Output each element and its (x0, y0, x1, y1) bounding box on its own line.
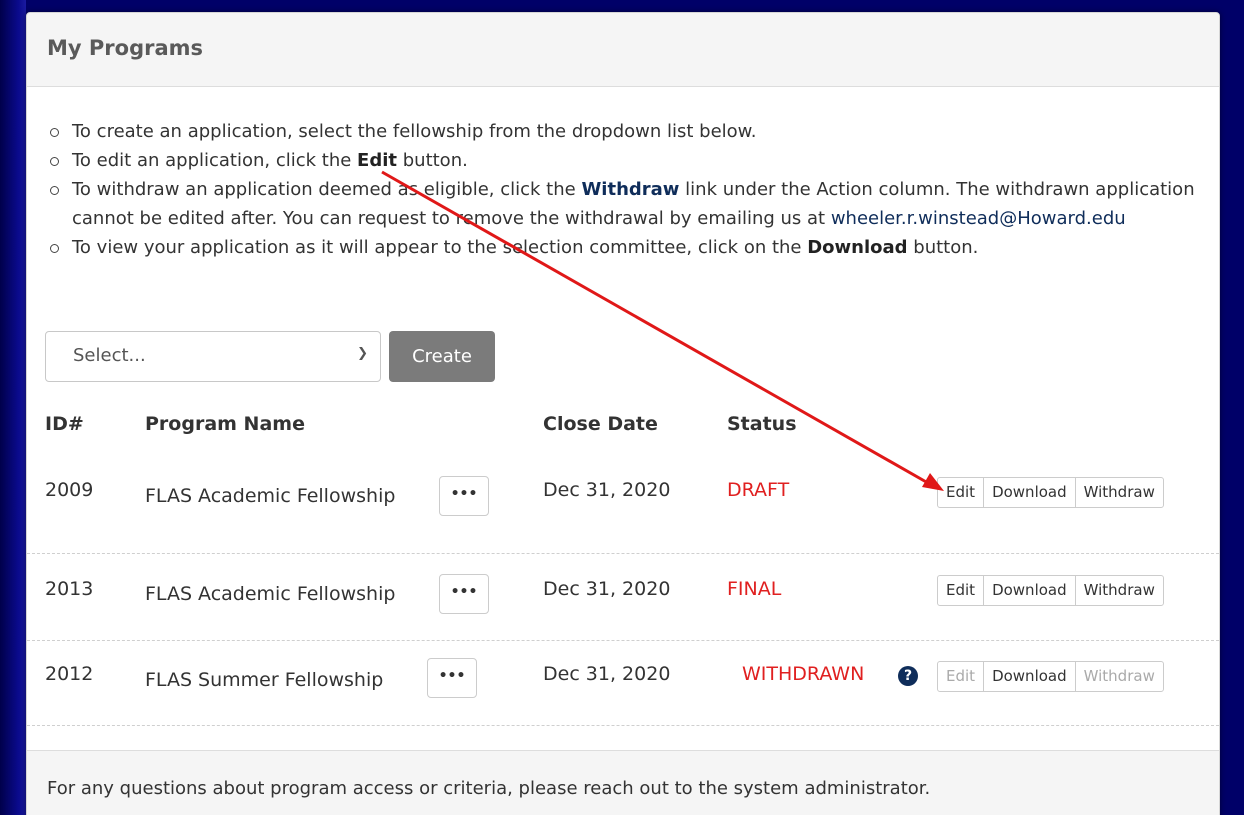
edit-button[interactable]: Edit (938, 662, 985, 691)
fellowship-select[interactable]: Select... ❯ (45, 331, 381, 382)
background-edge (0, 0, 26, 815)
email-link[interactable]: wheeler.r.winstead@Howard.edu (831, 208, 1126, 229)
action-button-group: Edit Download Withdraw (937, 477, 1164, 508)
download-button[interactable]: Download (984, 576, 1076, 605)
select-value: Select... (73, 345, 146, 366)
ellipsis-icon: ••• (450, 486, 478, 502)
more-options-button[interactable]: ••• (427, 658, 477, 698)
status-badge: WITHDRAWN (742, 663, 865, 685)
panel-title: My Programs (47, 36, 204, 60)
ellipsis-icon: ••• (450, 584, 478, 600)
row-program-name: FLAS Academic Fellowship (145, 485, 396, 507)
circle-bullet-icon (50, 244, 59, 253)
row-close-date: Dec 31, 2020 (543, 479, 671, 501)
instruction-text: button. (907, 237, 979, 258)
action-button-group: Edit Download Withdraw (937, 575, 1164, 606)
row-divider (27, 640, 1219, 641)
instructions-list: To create an application, select the fel… (50, 117, 1200, 262)
header-program-name: Program Name (145, 413, 305, 435)
create-button[interactable]: Create (389, 331, 495, 382)
instruction-text: To withdraw an application deemed as eli… (72, 179, 582, 200)
chevron-down-icon: ❯ (357, 346, 368, 361)
download-button[interactable]: Download (984, 478, 1076, 507)
action-button-group: Edit Download Withdraw (937, 661, 1164, 692)
row-close-date: Dec 31, 2020 (543, 578, 671, 600)
row-id: 2009 (45, 479, 94, 501)
instruction-download: To view your application as it will appe… (50, 233, 1200, 262)
more-options-button[interactable]: ••• (439, 476, 489, 516)
header-status: Status (727, 413, 797, 435)
row-divider (27, 725, 1219, 726)
instruction-create: To create an application, select the fel… (50, 117, 1200, 146)
instruction-text: button. (397, 150, 468, 171)
instruction-text: To view your application as it will appe… (72, 237, 808, 258)
panel-footer: For any questions about program access o… (27, 750, 1219, 815)
header-id: ID# (45, 413, 84, 435)
instruction-bold: Edit (357, 150, 398, 171)
instruction-text: To create an application, select the fel… (72, 121, 757, 142)
withdraw-button[interactable]: Withdraw (1076, 478, 1163, 507)
withdraw-button[interactable]: Withdraw (1076, 576, 1163, 605)
row-id: 2013 (45, 578, 94, 600)
instruction-bold: Download (807, 237, 908, 258)
question-circle-icon[interactable]: ? (898, 666, 918, 686)
edit-button[interactable]: Edit (938, 478, 985, 507)
row-close-date: Dec 31, 2020 (543, 663, 671, 685)
edit-button[interactable]: Edit (938, 576, 985, 605)
instruction-bold: Withdraw (581, 179, 680, 200)
withdraw-button[interactable]: Withdraw (1076, 662, 1163, 691)
circle-bullet-icon (50, 128, 59, 137)
row-program-name: FLAS Academic Fellowship (145, 583, 396, 605)
instruction-edit: To edit an application, click the Edit b… (50, 146, 1200, 175)
ellipsis-icon: ••• (438, 668, 466, 684)
circle-bullet-icon (50, 186, 59, 195)
panel-header: My Programs (27, 13, 1219, 87)
instruction-text: To edit an application, click the (72, 150, 358, 171)
circle-bullet-icon (50, 157, 59, 166)
status-badge: FINAL (727, 578, 782, 600)
download-button[interactable]: Download (984, 662, 1076, 691)
instruction-withdraw: To withdraw an application deemed as eli… (50, 175, 1200, 233)
row-id: 2012 (45, 663, 94, 685)
header-close-date: Close Date (543, 413, 658, 435)
my-programs-panel: My Programs To create an application, se… (26, 12, 1220, 815)
status-badge: DRAFT (727, 479, 790, 501)
more-options-button[interactable]: ••• (439, 574, 489, 614)
row-divider (27, 553, 1219, 554)
footer-note: For any questions about program access o… (47, 778, 931, 799)
row-program-name: FLAS Summer Fellowship (145, 669, 384, 691)
